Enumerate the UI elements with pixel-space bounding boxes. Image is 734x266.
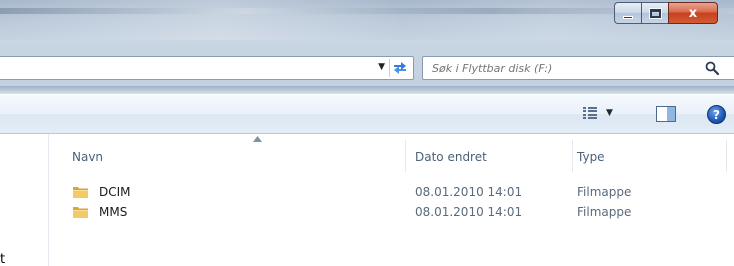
maximize-button[interactable] — [641, 2, 668, 24]
views-button[interactable]: ▼ — [583, 107, 613, 119]
file-date: 08.01.2010 14:01 — [415, 205, 523, 219]
file-list: DCIM 08.01.2010 14:01 Filmappe MMS 08.01… — [49, 182, 734, 222]
minimize-icon — [623, 15, 633, 19]
column-separator[interactable] — [405, 140, 406, 172]
content-area: Navn Dato endret Type DCIM 08.01.2010 14… — [0, 134, 734, 266]
list-item[interactable]: MMS 08.01.2010 14:01 Filmappe — [49, 202, 734, 222]
file-name: DCIM — [99, 185, 131, 199]
help-icon: ? — [713, 107, 720, 122]
folder-icon — [73, 207, 88, 218]
navigation-pane-item-fragment[interactable]: t — [0, 252, 5, 266]
file-date: 08.01.2010 14:01 — [415, 185, 523, 199]
address-bar[interactable]: ▼ — [0, 56, 414, 80]
preview-pane-button[interactable] — [656, 106, 676, 122]
file-type: Filmappe — [577, 205, 632, 219]
maximize-icon — [648, 7, 662, 19]
close-icon: x — [688, 5, 698, 21]
address-row-shade — [0, 86, 734, 94]
sort-ascending-icon — [253, 134, 262, 145]
search-box[interactable] — [422, 56, 734, 80]
command-bar: ▼ ? — [0, 94, 734, 134]
refresh-button[interactable] — [389, 59, 409, 77]
column-header-type-label: Type — [577, 150, 605, 164]
chevron-down-icon[interactable]: ▼ — [378, 62, 385, 72]
column-header-date[interactable]: Dato endret — [415, 134, 573, 180]
caption-buttons: x — [614, 2, 718, 24]
column-header-name[interactable]: Navn — [72, 134, 406, 180]
file-name: MMS — [99, 205, 128, 219]
explorer-window: x ▼ ▼ — [0, 0, 734, 266]
title-bar[interactable]: x — [0, 0, 734, 40]
views-dropdown-icon[interactable]: ▼ — [606, 108, 613, 118]
minimize-button[interactable] — [614, 2, 641, 24]
column-header-type[interactable]: Type — [577, 134, 727, 180]
folder-icon — [73, 187, 88, 198]
column-headers: Navn Dato endret Type — [49, 134, 734, 180]
refresh-icon — [393, 62, 406, 74]
list-item[interactable]: DCIM 08.01.2010 14:01 Filmappe — [49, 182, 734, 202]
column-separator[interactable] — [726, 140, 727, 172]
column-header-date-label: Dato endret — [415, 150, 487, 164]
close-button[interactable]: x — [668, 2, 718, 24]
views-icon — [583, 107, 597, 119]
help-button[interactable]: ? — [707, 105, 726, 124]
search-icon[interactable] — [705, 61, 719, 75]
file-type: Filmappe — [577, 185, 632, 199]
column-separator[interactable] — [572, 140, 573, 172]
address-row: ▼ — [0, 40, 734, 94]
search-input[interactable] — [423, 57, 693, 79]
column-header-name-label: Navn — [72, 150, 104, 164]
